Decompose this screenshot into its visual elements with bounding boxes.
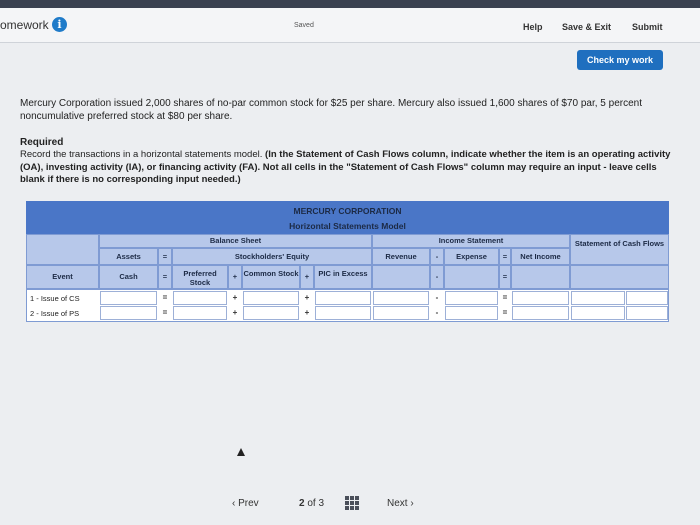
pic-input-row-1[interactable] — [315, 291, 371, 305]
page-current: 2 — [299, 498, 305, 509]
cash-header: Cash — [99, 265, 158, 289]
check-my-work-button[interactable]: Check my work — [577, 50, 663, 70]
cash-input-row-1[interactable] — [100, 291, 157, 305]
prev-button[interactable]: ‹ Prev — [232, 498, 259, 509]
row-2-plus-1: + — [232, 308, 238, 317]
event-spacer — [26, 234, 99, 265]
net-income-input-row-1[interactable] — [512, 291, 569, 305]
expense-blank — [444, 265, 499, 289]
top-bar — [0, 0, 700, 8]
header: omework i Saved Help Save & Exit Submit — [0, 8, 700, 43]
instructions-intro: Record the transactions in a horizontal … — [20, 149, 263, 160]
cash-flow-type-row-1[interactable] — [626, 291, 668, 305]
balance-sheet-header: Balance Sheet — [99, 234, 372, 248]
page-total: 3 — [318, 498, 325, 509]
revenue-input-row-1[interactable] — [373, 291, 429, 305]
saved-status: Saved — [294, 22, 314, 29]
pic-input-row-2[interactable] — [315, 306, 371, 320]
help-button[interactable]: Help — [523, 22, 543, 32]
assignment-title: omework — [0, 18, 49, 32]
company-name: MERCURY CORPORATION — [293, 206, 402, 216]
info-icon[interactable]: i — [52, 17, 67, 32]
save-exit-button[interactable]: Save & Exit — [562, 22, 611, 32]
event-row-1-label: 1 - Issue of CS — [30, 294, 80, 303]
event-row-2-label: 2 - Issue of PS — [30, 309, 80, 318]
common-plus: + — [300, 265, 314, 289]
row-1-plus-2: + — [304, 293, 310, 302]
expense-header: Expense — [444, 248, 499, 265]
revenue-blank — [372, 265, 430, 289]
model-subtitle: Horizontal Statements Model — [289, 221, 406, 231]
model-title-bar: MERCURY CORPORATION Horizontal Statement… — [26, 201, 669, 234]
required-instructions: Record the transactions in a horizontal … — [20, 149, 680, 187]
row-2-equals: = — [162, 308, 168, 317]
assets-header: Assets — [99, 248, 158, 265]
question-text: Mercury Corporation issued 2,000 shares … — [20, 98, 642, 122]
cash-flows-blank — [570, 265, 669, 289]
event-header: Event — [26, 265, 99, 289]
pagination-footer: ‹ Prev 2 of 3 Next › — [0, 490, 700, 520]
common-input-row-1[interactable] — [243, 291, 299, 305]
row-2-minus: - — [435, 308, 439, 317]
next-button[interactable]: Next › — [387, 498, 414, 509]
common-stock-header: Common Stock — [242, 265, 300, 289]
row-1-plus-1: + — [232, 293, 238, 302]
preferred-input-row-2[interactable] — [173, 306, 227, 320]
income-statement-header: Income Statement — [372, 234, 570, 248]
net-income-input-row-2[interactable] — [512, 306, 569, 320]
net-income-header: Net Income — [511, 248, 570, 265]
cash-flow-amount-row-2[interactable] — [571, 306, 625, 320]
horizontal-statements-model: MERCURY CORPORATION Horizontal Statement… — [26, 201, 669, 322]
cash-flow-type-row-2[interactable] — [626, 306, 668, 320]
revenue-minus: - — [430, 248, 444, 265]
preferred-stock-header: Preferred Stock — [172, 265, 228, 289]
submit-button[interactable]: Submit — [632, 22, 663, 32]
row-1-equals: = — [162, 293, 168, 302]
revenue-minus-2: - — [430, 265, 444, 289]
net-income-blank — [511, 265, 570, 289]
cash-input-row-2[interactable] — [100, 306, 157, 320]
row-2-equals-2: = — [502, 308, 508, 317]
required-heading: Required — [20, 137, 64, 148]
cash-flow-amount-row-1[interactable] — [571, 291, 625, 305]
page-indicator: 2 of 3 — [299, 498, 324, 509]
preferred-plus: + — [228, 265, 242, 289]
page-of: of — [307, 498, 316, 509]
expense-input-row-1[interactable] — [445, 291, 498, 305]
assets-equals: = — [158, 248, 172, 265]
mouse-cursor-icon — [237, 448, 245, 456]
row-1-equals-2: = — [502, 293, 508, 302]
row-2-plus-2: + — [304, 308, 310, 317]
revenue-input-row-2[interactable] — [373, 306, 429, 320]
expense-equals-2: = — [499, 265, 511, 289]
common-input-row-2[interactable] — [243, 306, 299, 320]
expense-equals: = — [499, 248, 511, 265]
preferred-input-row-1[interactable] — [173, 291, 227, 305]
cash-flows-header: Statement of Cash Flows — [570, 234, 669, 265]
expense-input-row-2[interactable] — [445, 306, 498, 320]
revenue-header: Revenue — [372, 248, 430, 265]
row-1-minus: - — [435, 293, 439, 302]
equity-header: Stockholders' Equity — [172, 248, 372, 265]
cash-equals: = — [158, 265, 172, 289]
grid-icon[interactable] — [345, 496, 359, 510]
pic-excess-header: PIC in Excess — [314, 265, 372, 289]
